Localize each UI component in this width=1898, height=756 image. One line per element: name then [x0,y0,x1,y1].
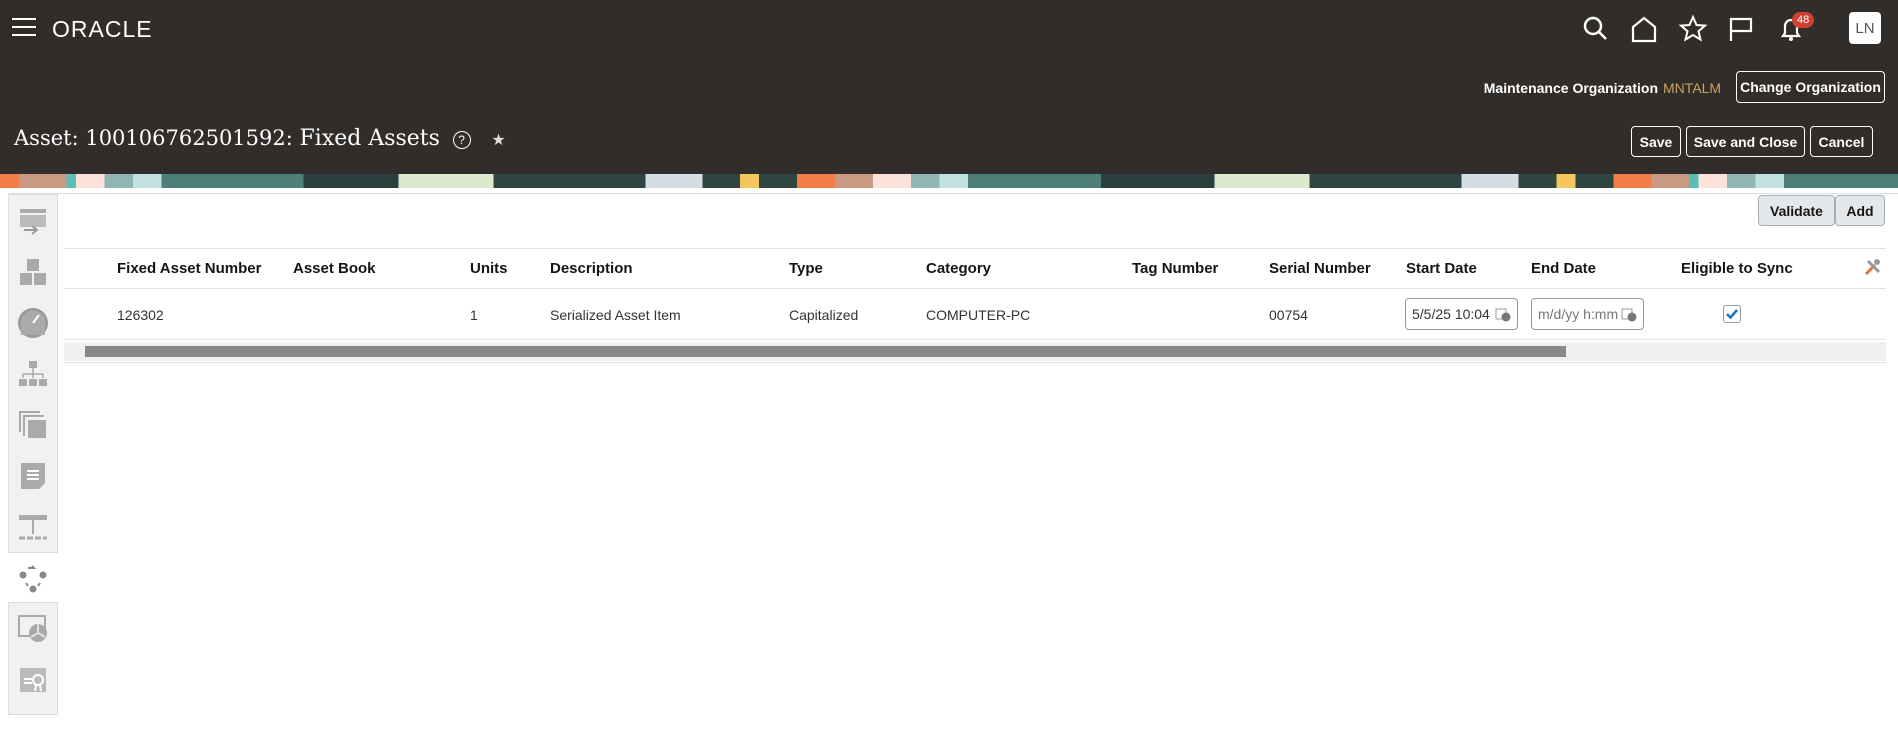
col-eligible-to-sync[interactable]: Eligible to Sync [1681,260,1793,277]
col-fixed-asset-number[interactable]: Fixed Asset Number [117,260,262,277]
maintenance-organization-label: Maintenance Organization [1483,80,1658,96]
cancel-button[interactable]: Cancel [1810,126,1873,157]
sidebar-item-3[interactable] [9,297,57,348]
col-description[interactable]: Description [550,260,633,277]
home-icon[interactable] [1629,14,1659,44]
sidebar-item-10[interactable] [9,654,57,705]
global-header: ORACLE 48 LN Maintenance Organization MN… [0,0,1898,174]
gauge-icon [18,307,48,338]
col-units[interactable]: Units [470,260,508,277]
col-serial-number[interactable]: Serial Number [1269,260,1371,277]
sidebar-item-fixed-assets[interactable] [8,552,58,603]
change-organization-button[interactable]: Change Organization [1736,71,1885,103]
start-date-value: 5/5/25 10:04 [1412,306,1490,322]
favorites-star-icon[interactable] [1678,14,1708,44]
structure-blocks-icon [20,258,46,285]
cell-category: COMPUTER-PC [926,307,1031,323]
col-end-date[interactable]: End Date [1531,260,1596,277]
flag-icon[interactable] [1726,14,1756,44]
cell-serial-number: 00754 [1269,307,1308,323]
col-tag-number[interactable]: Tag Number [1132,260,1218,277]
decorative-banner [0,174,1898,188]
side-panel-tabs [8,194,58,715]
notes-icon [21,462,45,489]
warranty-certificate-icon [20,667,46,692]
sidebar-item-6[interactable] [9,450,57,501]
transfer-icon [20,208,46,235]
col-asset-book[interactable]: Asset Book [293,260,376,277]
sidebar-item-7[interactable] [9,501,57,552]
favorite-star-icon[interactable]: ★ [491,130,505,149]
table-top-border [64,248,1886,249]
title-prefix: Asset: 100106762501592: [14,126,293,150]
start-date-input[interactable]: 5/5/25 10:04 [1405,298,1518,330]
maintenance-organization-value: MNTALM [1663,80,1722,96]
cell-description: Serialized Asset Item [550,307,681,323]
financial-chart-icon [18,614,47,642]
eligible-to-sync-checkbox[interactable] [1723,305,1741,323]
save-and-close-button[interactable]: Save and Close [1686,126,1805,157]
table-bottom-border [64,362,1886,363]
col-start-date[interactable]: Start Date [1406,260,1477,277]
sidebar-item-5[interactable] [9,399,57,450]
copies-icon [19,410,46,438]
end-date-placeholder: m/d/yy h:mm [1538,306,1619,322]
user-avatar[interactable]: LN [1849,12,1881,44]
help-icon[interactable]: ? [452,130,471,149]
save-button[interactable]: Save [1631,126,1681,157]
meter-tree-icon [19,514,47,539]
sidebar-item-1[interactable] [9,195,57,246]
hierarchy-icon [19,360,47,386]
cell-units: 1 [470,307,478,323]
menu-hamburger-icon[interactable] [12,18,36,38]
sidebar-item-9[interactable] [9,603,57,654]
page-title: Asset: 100106762501592: Fixed Assets ? ★ [14,126,506,151]
cell-type: Capitalized [789,307,859,323]
column-settings-tools-icon[interactable] [1864,258,1882,276]
header-bottom-border [64,288,1886,289]
sidebar-item-2[interactable] [9,246,57,297]
title-main: Fixed Assets [299,126,440,151]
horizontal-scrollbar-thumb[interactable] [85,346,1566,357]
oracle-logo[interactable]: ORACLE [52,16,153,43]
end-date-input[interactable]: m/d/yy h:mm [1531,298,1644,330]
cell-fixed-asset-number: 126302 [117,307,164,323]
divider [8,193,1898,194]
search-icon[interactable] [1581,14,1611,44]
col-category[interactable]: Category [926,260,991,277]
cycle-icon [19,564,47,592]
validate-button[interactable]: Validate [1758,195,1835,226]
calendar-clock-icon[interactable] [1621,307,1637,322]
checkmark-icon [1726,309,1738,320]
notification-badge: 48 [1792,12,1815,28]
row-bottom-border [64,339,1886,340]
calendar-clock-icon[interactable] [1495,307,1511,322]
sidebar-item-4[interactable] [9,348,57,399]
add-button[interactable]: Add [1835,195,1885,226]
col-type[interactable]: Type [789,260,823,277]
